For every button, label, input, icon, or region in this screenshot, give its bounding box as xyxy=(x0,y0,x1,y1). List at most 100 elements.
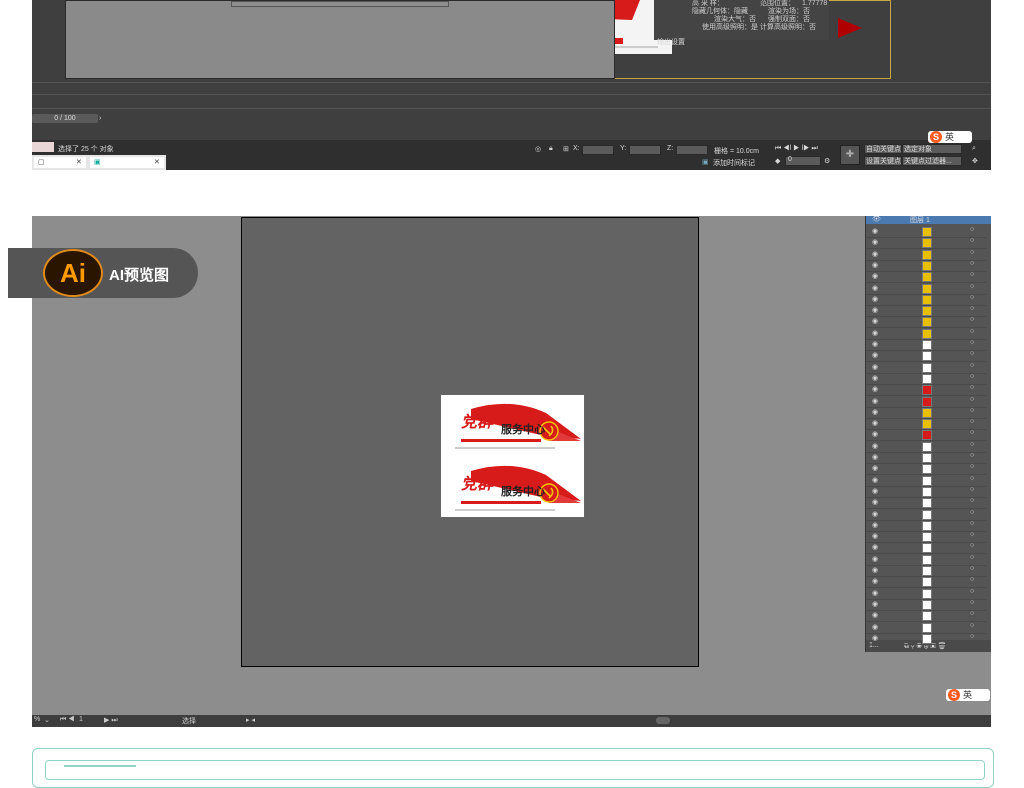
artboard-nav-next-icon[interactable]: ▶ ⏭ xyxy=(104,716,118,725)
visibility-eye-icon[interactable]: ◉ xyxy=(872,555,878,563)
layer-row[interactable]: ◉ ○ xyxy=(866,542,986,555)
visibility-eye-icon[interactable]: ◉ xyxy=(872,577,878,585)
visibility-eye-icon[interactable]: ◉ xyxy=(872,317,878,325)
visibility-eye-icon[interactable]: ◉ xyxy=(872,419,878,427)
visibility-eye-icon[interactable]: ◉ xyxy=(872,600,878,608)
playback-controls[interactable]: ⏮ ◀ǀ ▶ ǀ▶ ⏭ xyxy=(775,145,818,153)
target-circle-icon[interactable]: ○ xyxy=(970,305,974,312)
target-circle-icon[interactable]: ○ xyxy=(970,350,974,357)
layer-row[interactable]: ◉ ○ xyxy=(866,226,986,238)
target-circle-icon[interactable]: ○ xyxy=(970,509,974,516)
add-time-tag[interactable]: 添加时间标记 xyxy=(713,158,755,168)
layer-row[interactable]: ◉ ○ xyxy=(866,486,986,498)
layer-row[interactable]: ◉ ○ xyxy=(866,633,986,645)
visibility-eye-icon[interactable]: ◉ xyxy=(872,374,878,382)
current-frame-field[interactable]: 0 xyxy=(785,156,821,166)
visibility-eye-icon[interactable]: ◉ xyxy=(872,543,878,551)
target-circle-icon[interactable]: ○ xyxy=(970,407,974,414)
layer-row[interactable]: ◉ ○ xyxy=(866,271,986,284)
visibility-eye-icon[interactable]: ◉ xyxy=(872,385,878,393)
layer-row[interactable]: ◉ ○ xyxy=(866,418,986,431)
target-circle-icon[interactable]: ○ xyxy=(970,441,974,448)
layer-row[interactable]: ◉ ○ xyxy=(866,576,986,589)
ime-indicator-2[interactable]: S英 xyxy=(946,689,990,701)
visibility-eye-icon[interactable]: ◉ xyxy=(872,397,878,405)
layer-row[interactable]: ◉ ○ xyxy=(866,237,986,250)
ime-indicator[interactable]: S英 xyxy=(928,131,972,143)
y-coordinate-field[interactable] xyxy=(629,145,661,155)
time-slider-next-icon[interactable]: › xyxy=(99,115,101,122)
selected-object-dropdown[interactable]: 选定对象 xyxy=(902,144,962,154)
layer-row[interactable]: ◉ ○ xyxy=(866,396,986,408)
target-circle-icon[interactable]: ○ xyxy=(970,542,974,549)
target-circle-icon[interactable]: ○ xyxy=(970,554,974,561)
visibility-eye-icon[interactable]: ◉ xyxy=(872,329,878,337)
x-coordinate-field[interactable] xyxy=(582,145,614,155)
layer-row[interactable]: ◉ ○ xyxy=(866,475,986,487)
visibility-eye-icon[interactable]: ◉ xyxy=(872,464,878,472)
auto-key-button[interactable]: 自动关键点 xyxy=(864,144,902,154)
layer-row[interactable]: ◉ ○ xyxy=(866,610,986,623)
target-circle-icon[interactable]: ○ xyxy=(970,531,974,538)
target-circle-icon[interactable]: ○ xyxy=(970,237,974,244)
layer-row[interactable]: ◉ ○ xyxy=(866,565,986,577)
visibility-eye-icon[interactable]: ◉ xyxy=(872,295,878,303)
target-circle-icon[interactable]: ○ xyxy=(970,452,974,459)
layer-row[interactable]: ◉ ○ xyxy=(866,588,986,600)
layer-row[interactable]: ◉ ○ xyxy=(866,441,986,453)
visibility-eye-icon[interactable]: ◉ xyxy=(872,510,878,518)
visibility-eye-icon[interactable]: ◉ xyxy=(872,634,878,642)
target-circle-icon[interactable]: ○ xyxy=(970,260,974,267)
visibility-eye-icon[interactable]: ◉ xyxy=(872,521,878,529)
layer-row[interactable]: ◉ ○ xyxy=(866,294,986,306)
target-circle-icon[interactable]: ○ xyxy=(970,599,974,606)
visibility-eye-icon[interactable]: ◉ xyxy=(872,351,878,359)
visibility-eye-icon[interactable]: ◉ xyxy=(872,566,878,574)
target-circle-icon[interactable]: ○ xyxy=(970,283,974,290)
visibility-eye-icon[interactable]: ◉ xyxy=(872,623,878,631)
target-circle-icon[interactable]: ○ xyxy=(970,588,974,595)
visibility-eye-icon[interactable]: ◉ xyxy=(872,430,878,438)
layer-row[interactable]: ◉ ○ xyxy=(866,260,986,272)
target-circle-icon[interactable]: ○ xyxy=(970,475,974,482)
target-circle-icon[interactable]: ○ xyxy=(970,271,974,278)
visibility-eye-icon[interactable]: ◉ xyxy=(872,261,878,269)
target-circle-icon[interactable]: ○ xyxy=(970,486,974,493)
target-circle-icon[interactable]: ○ xyxy=(970,565,974,572)
target-circle-icon[interactable]: ○ xyxy=(970,463,974,470)
artboard-nav-prev-icon[interactable]: ⏮ ◀ xyxy=(60,716,75,724)
layer-row[interactable]: ◉ ○ xyxy=(866,429,986,442)
layer-row[interactable]: ◉ ○ xyxy=(866,622,986,634)
tab-1[interactable]: ▢ ✕ xyxy=(34,157,86,168)
absolute-mode-icon[interactable]: ⊞ xyxy=(563,145,569,153)
visibility-eye-icon[interactable]: ◉ xyxy=(872,250,878,258)
target-circle-icon[interactable]: ○ xyxy=(970,328,974,335)
visibility-eye-icon[interactable]: ◉ xyxy=(872,532,878,540)
visibility-eye-icon[interactable]: ◉ xyxy=(872,272,878,280)
render-dialog-window[interactable] xyxy=(65,0,615,79)
layer-row[interactable]: ◉ ○ xyxy=(866,407,986,419)
layer-row[interactable]: ◉ ○ xyxy=(866,362,986,374)
lock-icon[interactable]: 🔒︎ xyxy=(549,145,553,153)
visibility-eye-icon[interactable]: ◉ xyxy=(872,363,878,371)
key-mode-icon[interactable]: ◆ xyxy=(775,157,780,165)
target-circle-icon[interactable]: ○ xyxy=(970,622,974,629)
maxscript-listener[interactable] xyxy=(32,142,54,152)
time-slider[interactable]: 0 / 100 xyxy=(32,114,98,123)
target-circle-icon[interactable]: ○ xyxy=(970,429,974,436)
target-circle-icon[interactable]: ○ xyxy=(970,610,974,617)
layer-row[interactable]: ◉ ○ xyxy=(866,249,986,261)
layer-row[interactable]: ◉ ○ xyxy=(866,305,986,318)
target-circle-icon[interactable]: ○ xyxy=(970,633,974,640)
pan-icon[interactable]: ✥ xyxy=(972,157,978,165)
target-circle-icon[interactable]: ○ xyxy=(970,373,974,380)
layer-row[interactable]: ◉ ○ xyxy=(866,520,986,532)
time-tag-icon[interactable]: ▣ xyxy=(702,158,709,166)
target-circle-icon[interactable]: ○ xyxy=(970,362,974,369)
target-circle-icon[interactable]: ○ xyxy=(970,384,974,391)
tab-2[interactable]: ▣ ✕ xyxy=(90,157,164,168)
layer-row[interactable]: ◉ ○ xyxy=(866,531,986,544)
key-filter-button[interactable]: 关键点过滤器... xyxy=(902,156,962,166)
visibility-eye-icon[interactable]: ◉ xyxy=(872,306,878,314)
layer-row[interactable]: ◉ ○ xyxy=(866,554,986,566)
